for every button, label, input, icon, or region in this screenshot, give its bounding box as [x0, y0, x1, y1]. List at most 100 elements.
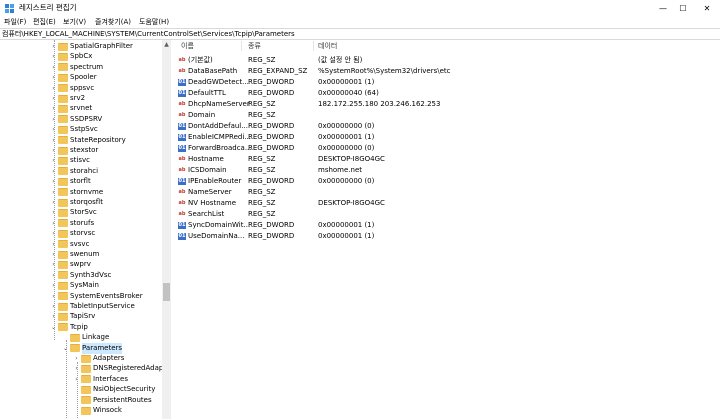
address-path[interactable]: 컴퓨터\HKEY_LOCAL_MACHINE\SYSTEM\CurrentCon… — [2, 29, 295, 39]
value-row[interactable]: 01 DontAddDefaul... REG_DWORD 0x00000000 (0… — [175, 121, 720, 132]
tree-item[interactable]: › SpatialGraphFilter — [50, 41, 133, 52]
tree-item[interactable]: › storqosflt — [50, 197, 103, 208]
chevron-right-icon[interactable]: › — [50, 103, 57, 114]
tree-item[interactable]: › DNSRegisteredAdapters — [73, 363, 162, 374]
chevron-right-icon[interactable]: › — [50, 41, 57, 52]
tree-item[interactable]: › stisvc — [50, 155, 90, 166]
chevron-right-icon[interactable]: › — [50, 93, 57, 104]
menu-view[interactable]: 보기(V) — [63, 17, 86, 28]
value-row[interactable]: ab SearchList REG_SZ — [175, 209, 720, 220]
tree-item[interactable]: › Spooler — [50, 72, 97, 83]
chevron-right-icon[interactable]: › — [50, 197, 57, 208]
tree-item[interactable]: PersistentRoutes — [73, 395, 152, 406]
value-row[interactable]: ab Domain REG_SZ — [175, 110, 720, 121]
chevron-right-icon[interactable]: › — [50, 62, 57, 73]
chevron-right-icon[interactable]: › — [50, 166, 57, 177]
chevron-right-icon[interactable]: › — [50, 228, 57, 239]
chevron-right-icon[interactable]: › — [50, 187, 57, 198]
tree-item[interactable]: › stexstor — [50, 145, 98, 156]
value-row[interactable]: ab NV Hostname REG_SZ DESKTOP-I8GO4GC — [175, 198, 720, 209]
value-row[interactable]: 01 DefaultTTL REG_DWORD 0x00000040 (64) — [175, 88, 720, 99]
chevron-right-icon[interactable]: › — [50, 249, 57, 260]
chevron-right-icon[interactable]: › — [50, 145, 57, 156]
scroll-up-icon[interactable]: ▲ — [162, 40, 171, 49]
value-row[interactable]: ab (기본값) REG_SZ (값 설정 안 됨) — [175, 55, 720, 66]
value-row[interactable]: ab DataBasePath REG_EXPAND_SZ %SystemRoot%\… — [175, 66, 720, 77]
tree-item[interactable]: › SysMain — [50, 280, 99, 291]
scroll-thumb[interactable] — [163, 283, 170, 301]
tree-item[interactable]: › srv2 — [50, 93, 85, 104]
chevron-right-icon[interactable]: › — [50, 218, 57, 229]
column-separator[interactable] — [313, 41, 314, 51]
chevron-right-icon[interactable]: › — [50, 176, 57, 187]
tree-item[interactable]: › stornvme — [50, 187, 103, 198]
chevron-right-icon[interactable]: › — [50, 72, 57, 83]
chevron-down-icon[interactable]: ⌄ — [62, 343, 69, 354]
chevron-right-icon[interactable]: › — [50, 51, 57, 62]
value-row[interactable]: 01 ForwardBroadca... REG_DWORD 0x00000000 (… — [175, 143, 720, 154]
tree-item[interactable]: › SystemEventsBroker — [50, 291, 143, 302]
chevron-right-icon[interactable]: › — [50, 291, 57, 302]
chevron-right-icon[interactable]: › — [73, 353, 80, 364]
chevron-right-icon[interactable]: › — [50, 280, 57, 291]
tree-item[interactable]: › swprv — [50, 259, 91, 270]
tree-item[interactable]: › storflt — [50, 176, 91, 187]
menu-edit[interactable]: 편집(E) — [33, 17, 56, 28]
chevron-right-icon[interactable]: › — [50, 301, 57, 312]
value-row[interactable]: ab DhcpNameServer REG_SZ 182.172.255.180 20… — [175, 99, 720, 110]
chevron-right-icon[interactable]: › — [50, 155, 57, 166]
value-row[interactable]: ab ICSDomain REG_SZ mshome.net — [175, 165, 720, 176]
tree-item[interactable]: ⌄ Parameters — [62, 342, 123, 354]
chevron-down-icon[interactable]: ⌄ — [50, 322, 57, 333]
tree-item[interactable]: › SstpSvc — [50, 124, 98, 135]
value-row[interactable]: 01 DeadGWDetect... REG_DWORD 0x00000001 (1) — [175, 77, 720, 88]
chevron-right-icon[interactable]: › — [50, 207, 57, 218]
tree-item[interactable]: › StateRepository — [50, 135, 126, 146]
tree-item[interactable]: › StorSvc — [50, 207, 97, 218]
menu-favorites[interactable]: 즐겨찾기(A) — [95, 17, 131, 28]
tree-item[interactable]: › sppsvc — [50, 83, 94, 94]
value-row[interactable]: 01 UseDomainNa... REG_DWORD 0x00000001 (1) — [175, 231, 720, 242]
tree-item[interactable]: › Interfaces — [73, 374, 128, 385]
value-row[interactable]: 01 SyncDomainWit... REG_DWORD 0x00000001 (1… — [175, 220, 720, 231]
value-row[interactable]: 01 EnableICMPRedi... REG_DWORD 0x00000001 (… — [175, 132, 720, 143]
tree-item[interactable]: › storvsc — [50, 228, 95, 239]
tree-item[interactable]: › SSDPSRV — [50, 114, 102, 125]
key-tree[interactable]: › SpatialGraphFilter › SpbCx › spectrum › Spool… — [0, 40, 162, 419]
tree-item[interactable]: › Synth3dVsc — [50, 270, 111, 281]
chevron-right-icon[interactable]: › — [50, 239, 57, 250]
tree-item[interactable]: › storufs — [50, 218, 94, 229]
tree-item[interactable]: › TapiSrv — [50, 311, 95, 322]
tree-item[interactable]: Winsock — [73, 405, 122, 416]
address-bar[interactable]: 컴퓨터\HKEY_LOCAL_MACHINE\SYSTEM\CurrentCon… — [0, 28, 720, 40]
chevron-right-icon[interactable]: › — [73, 374, 80, 385]
chevron-right-icon[interactable]: › — [50, 259, 57, 270]
column-separator[interactable] — [241, 41, 242, 51]
chevron-right-icon[interactable]: › — [50, 83, 57, 94]
tree-item[interactable]: NsiObjectSecurity — [73, 384, 155, 395]
column-data-header[interactable]: 데이터 — [318, 40, 337, 52]
tree-item[interactable]: › spectrum — [50, 62, 103, 73]
tree-item[interactable]: › TabletInputService — [50, 301, 135, 312]
menu-help[interactable]: 도움말(H) — [139, 17, 169, 28]
tree-item[interactable]: › storahci — [50, 166, 98, 177]
value-row[interactable]: ab Hostname REG_SZ DESKTOP-I8GO4GC — [175, 154, 720, 165]
tree-item[interactable]: › svsvc — [50, 239, 89, 250]
chevron-right-icon[interactable]: › — [50, 270, 57, 281]
column-type-header[interactable]: 종류 — [248, 40, 261, 52]
tree-item[interactable]: › SpbCx — [50, 51, 92, 62]
tree-item[interactable]: › srvnet — [50, 103, 92, 114]
tree-item[interactable]: Linkage — [62, 332, 109, 343]
chevron-right-icon[interactable]: › — [50, 311, 57, 322]
tree-item[interactable]: ⌄ Tcpip — [50, 322, 88, 333]
tree-scrollbar[interactable]: ▲ — [162, 40, 171, 419]
menu-file[interactable]: 파일(F) — [4, 17, 26, 28]
chevron-right-icon[interactable]: › — [50, 135, 57, 146]
value-row[interactable]: ab NameServer REG_SZ — [175, 187, 720, 198]
tree-item[interactable]: › Adapters — [73, 353, 124, 364]
chevron-right-icon[interactable]: › — [50, 124, 57, 135]
value-row[interactable]: 01 IPEnableRouter REG_DWORD 0x00000000 (0) — [175, 176, 720, 187]
column-name-header[interactable]: 이름 — [181, 40, 194, 52]
chevron-right-icon[interactable]: › — [50, 114, 57, 125]
chevron-right-icon[interactable]: › — [73, 363, 80, 374]
